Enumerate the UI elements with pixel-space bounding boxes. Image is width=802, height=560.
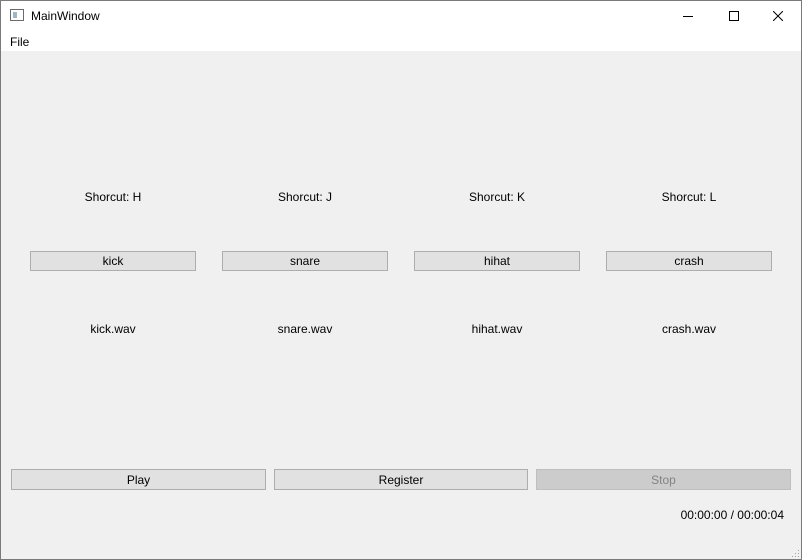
main-window: MainWindow File Shorcut: H Shorcut: J Sh… [0,0,802,560]
resize-grip-icon[interactable] [790,548,800,558]
file-label-snare: snare.wav [277,322,333,336]
menu-bar: File [1,31,801,51]
stop-button[interactable]: Stop [536,469,791,490]
file-label-hihat: hihat.wav [471,322,523,336]
close-icon [773,11,783,21]
minimize-icon [683,16,693,17]
crash-button[interactable]: crash [606,251,772,271]
file-label-crash: crash.wav [661,322,717,336]
snare-button[interactable]: snare [222,251,388,271]
file-label-kick: kick.wav [90,322,136,336]
shortcut-label-snare: Shorcut: J [277,190,333,204]
shortcut-label-hihat: Shorcut: K [468,190,526,204]
time-label: 00:00:00 / 00:00:04 [680,508,784,522]
shortcut-label-crash: Shorcut: L [661,190,717,204]
shortcut-label-kick: Shorcut: H [84,190,142,204]
close-button[interactable] [755,1,801,31]
window-title: MainWindow [31,9,100,23]
hihat-button[interactable]: hihat [414,251,580,271]
title-bar[interactable]: MainWindow [1,1,801,31]
kick-button[interactable]: kick [30,251,196,271]
maximize-button[interactable] [711,1,757,31]
play-button[interactable]: Play [11,469,266,490]
menu-file[interactable]: File [10,35,29,49]
central-widget: Shorcut: H Shorcut: J Shorcut: K Shorcut… [1,51,801,559]
register-button[interactable]: Register [274,469,528,490]
maximize-icon [729,11,739,21]
window-app-icon [10,9,24,21]
minimize-button[interactable] [665,1,711,31]
